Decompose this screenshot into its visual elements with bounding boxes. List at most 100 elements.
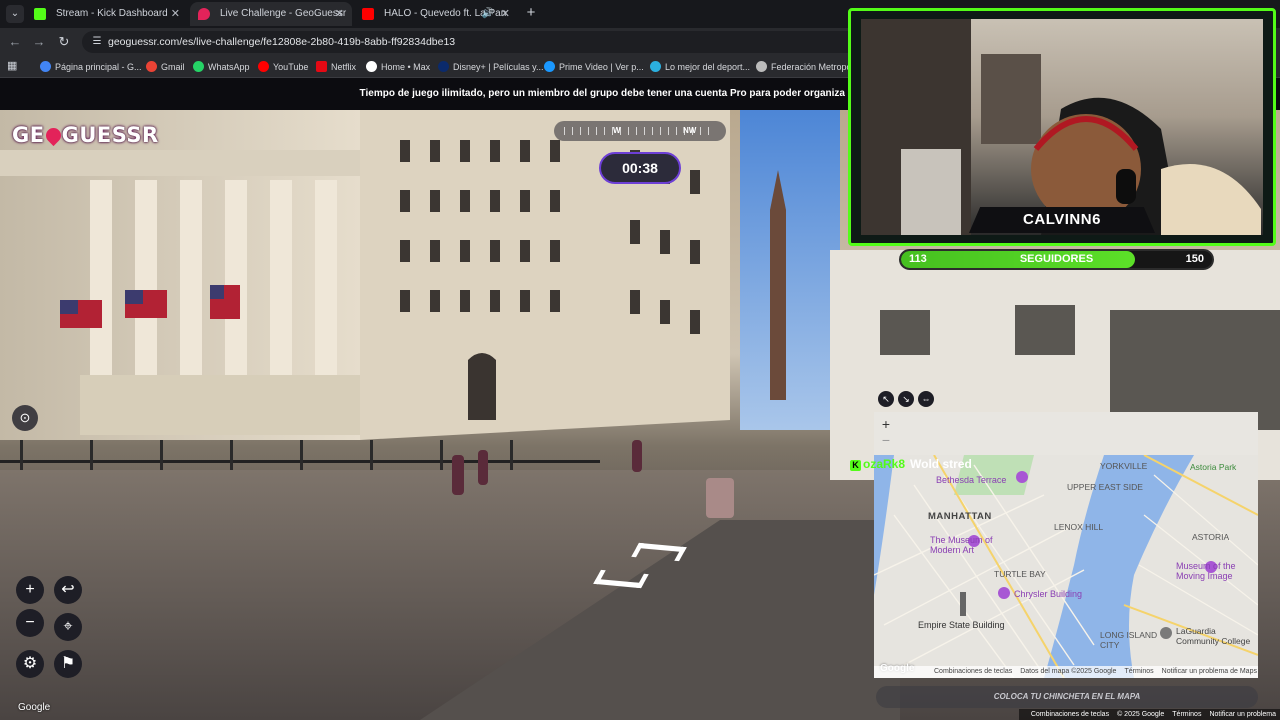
zoom-in-button[interactable]: + <box>16 576 44 604</box>
address-bar[interactable]: ☰ geoguessr.com/es/live-challenge/fe1280… <box>82 31 862 53</box>
screen: ⌄ Stream - Kick Dashboard ✕ Live Challen… <box>0 0 1280 720</box>
return-to-start-button[interactable]: ⌖ <box>54 613 82 641</box>
google-watermark: Google <box>18 702 51 713</box>
bookmark-icon <box>40 61 51 72</box>
map-label-moma: The Museum of Modern Art <box>930 535 993 555</box>
tab-kick-dashboard[interactable]: Stream - Kick Dashboard ✕ <box>26 2 188 26</box>
streamer-name: CALVINN6 <box>969 207 1155 233</box>
page-attribution: Combinaciones de teclas © 2025 Google Térm… <box>1018 709 1280 720</box>
close-icon[interactable]: ✕ <box>335 2 344 26</box>
follower-goal-bar: 113 SEGUIDORES 150 <box>899 249 1214 270</box>
bookmark-label: YouTube <box>273 62 309 72</box>
apps-grid-icon[interactable]: ▦ <box>7 60 20 73</box>
shrink-map-icon[interactable]: ↘ <box>898 391 914 407</box>
bookmark-label: Prime Video | Ver p... <box>559 62 644 72</box>
expand-map-icon[interactable]: ↖ <box>878 391 894 407</box>
flag-button[interactable]: ⚑ <box>54 650 82 678</box>
tab-search-button[interactable]: ⌄ <box>6 5 24 23</box>
max-icon <box>366 61 377 72</box>
undo-move-button[interactable]: ↩ <box>54 576 82 604</box>
follower-label: SEGUIDORES <box>1019 253 1094 265</box>
gmail-icon <box>146 61 157 72</box>
bookmark-label: Federación Metropo... <box>771 62 860 72</box>
map-label-astoria-park: Astoria Park <box>1190 462 1237 472</box>
map-label-laguardia-cc: LaGuardia Community College <box>1176 626 1251 646</box>
bookmark-label: Lo mejor del deport... <box>665 62 751 72</box>
round-timer: 00:38 <box>599 152 681 184</box>
webcam-overlay: CALVINN6 <box>848 8 1276 246</box>
bookmark-item[interactable]: Home • Max <box>366 56 430 78</box>
map-label-long-island-city: LONG ISLAND CITY <box>1100 630 1158 650</box>
map-zoom-out-button[interactable]: − <box>878 432 894 448</box>
forward-arrow-icon[interactable]: → <box>30 33 48 51</box>
compass-northwest: NW <box>683 126 697 135</box>
bookmark-item[interactable]: Prime Video | Ver p... <box>544 56 644 78</box>
kick-icon <box>34 8 46 20</box>
chat-message: KozaRk8 Wold stred <box>850 457 972 473</box>
compass-bar: W NW <box>554 121 726 141</box>
tab-geoguessr[interactable]: Live Challenge - GeoGuessr ✕ <box>190 2 352 26</box>
speaker-icon[interactable]: 🔊 <box>482 2 494 26</box>
map-label-upper-east-side: UPPER EAST SIDE <box>1067 482 1143 492</box>
bookmark-item[interactable]: Federación Metropo... <box>756 56 859 78</box>
bookmark-item[interactable]: YouTube <box>258 56 308 78</box>
bookmark-item[interactable]: WhatsApp <box>193 56 250 78</box>
url-text[interactable]: geoguessr.com/es/live-challenge/fe12808e… <box>108 31 455 53</box>
tab-youtube-halo[interactable]: HALO - Quevedo ft. La Pan 🔊 ✕ <box>354 2 518 26</box>
map-attribution: Combinaciones de teclas Datos del mapa ©2… <box>874 666 1258 678</box>
tab-title: Stream - Kick Dashboard <box>56 8 168 19</box>
map-footer-data: Datos del mapa ©2025 Google <box>1020 668 1117 675</box>
site-info-icon[interactable]: ☰ <box>90 35 104 49</box>
close-icon[interactable]: ✕ <box>501 2 510 26</box>
disney-icon <box>438 61 449 72</box>
whatsapp-icon <box>193 61 204 72</box>
bookmark-item[interactable]: Disney+ | Películas y... <box>438 56 543 78</box>
bookmark-item[interactable]: Netflix <box>316 56 356 78</box>
footer-terms[interactable]: Términos <box>1172 711 1201 718</box>
settings-button[interactable]: ⚙ <box>16 650 44 678</box>
footer-shortcuts[interactable]: Combinaciones de teclas <box>1031 711 1109 718</box>
bookmark-label: Netflix <box>331 62 357 72</box>
bookmark-label: Gmail <box>161 62 185 72</box>
guess-map[interactable]: + − YORKVILLE Astoria Park Bethesda Terr… <box>874 412 1258 678</box>
map-tiles[interactable]: YORKVILLE Astoria Park Bethesda Terrace … <box>874 455 1258 678</box>
compass-west: W <box>613 126 621 135</box>
geoguessr-logo[interactable]: GE GUESSR <box>12 123 159 147</box>
map-label-manhattan: MANHATTAN <box>928 511 992 522</box>
footer-copyright: © 2025 Google <box>1117 711 1165 718</box>
bookmark-item[interactable]: Lo mejor del deport... <box>650 56 750 78</box>
footer-report[interactable]: Notificar un problema <box>1209 711 1276 718</box>
bookmark-item[interactable]: Página principal - G... <box>40 56 142 78</box>
map-label-yorkville: YORKVILLE <box>1100 461 1148 471</box>
new-tab-button[interactable]: + <box>522 4 540 22</box>
place-pin-button[interactable]: COLOCA TU CHINCHETA EN EL MAPA <box>876 686 1258 708</box>
zoom-out-button[interactable]: − <box>16 609 44 637</box>
youtube-icon <box>258 61 269 72</box>
follower-goal: 150 <box>1185 253 1204 265</box>
geoguessr-pin-icon <box>198 8 210 20</box>
compass-icon[interactable]: ⊙ <box>12 405 38 431</box>
pin-map-icon[interactable]: ⇔ <box>918 391 934 407</box>
map-footer-report[interactable]: Notificar un problema de Maps <box>1162 668 1257 675</box>
back-arrow-icon[interactable]: ← <box>6 33 24 51</box>
bookmark-item[interactable]: Gmail <box>146 56 185 78</box>
federation-icon <box>756 61 767 72</box>
map-label-turtle-bay: TURTLE BAY <box>994 569 1046 579</box>
close-icon[interactable]: ✕ <box>171 2 180 26</box>
webcam-scene <box>861 19 1261 235</box>
map-label-moving-image-museum: Museum of the Moving Image <box>1176 561 1236 581</box>
prime-video-icon <box>544 61 555 72</box>
map-zoom-in-button[interactable]: + <box>878 416 894 432</box>
webcam-feed <box>861 19 1263 235</box>
map-label-empire-state: Empire State Building <box>918 620 1005 630</box>
location-pin-icon <box>42 124 64 147</box>
map-footer-terms[interactable]: Términos <box>1124 668 1153 675</box>
netflix-icon <box>316 61 327 72</box>
reload-icon[interactable]: ↻ <box>55 33 73 51</box>
map-label-bethesda-terrace: Bethesda Terrace <box>936 475 1007 485</box>
logo-text-start: GE <box>12 123 45 147</box>
kick-badge-icon: K <box>850 460 861 471</box>
banner-text: Tiempo de juego ilimitado, pero un miemb… <box>359 88 845 99</box>
map-footer-shortcuts[interactable]: Combinaciones de teclas <box>934 668 1012 675</box>
bookmark-label: Disney+ | Películas y... <box>453 62 544 72</box>
